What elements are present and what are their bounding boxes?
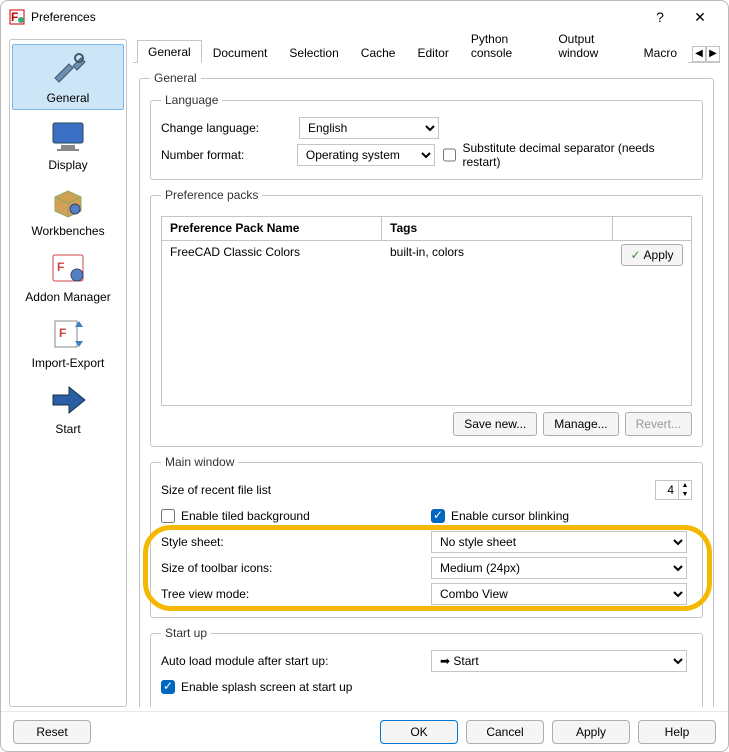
help-button[interactable]: Help: [638, 720, 716, 744]
tab-bar: General Document Selection Cache Editor …: [133, 39, 720, 63]
tab-macro[interactable]: Macro: [633, 41, 688, 63]
nav-import-export[interactable]: F Import-Export: [12, 310, 124, 374]
packs-table: Preference Pack Name Tags FreeCAD Classi…: [161, 216, 692, 406]
nav-display[interactable]: Display: [12, 112, 124, 176]
manage-button[interactable]: Manage...: [543, 412, 618, 436]
svg-text:F: F: [57, 260, 64, 274]
titlebar: F Preferences ? ✕: [1, 1, 728, 33]
save-new-button[interactable]: Save new...: [453, 412, 537, 436]
general-group: General Language Change language: Englis…: [139, 71, 714, 707]
addon-icon: F: [44, 248, 92, 288]
highlight-annotation: Style sheet: No style sheet Size of tool…: [161, 529, 692, 607]
decimal-separator-label: Substitute decimal separator (needs rest…: [462, 141, 692, 169]
help-icon[interactable]: ?: [640, 9, 680, 25]
tab-python-console[interactable]: Python console: [460, 33, 547, 63]
category-nav: General Display Workbenches F Addon Mana…: [9, 39, 127, 707]
chevron-down-icon[interactable]: ▼: [679, 490, 691, 499]
nav-workbenches[interactable]: Workbenches: [12, 178, 124, 242]
ok-button[interactable]: OK: [380, 720, 458, 744]
language-group: Language Change language: English Number…: [150, 93, 703, 180]
cursor-blinking-checkbox[interactable]: Enable cursor blinking: [431, 509, 569, 523]
recent-files-input[interactable]: [655, 480, 679, 500]
language-select[interactable]: English: [299, 117, 439, 139]
col-apply-header: [613, 217, 691, 240]
col-name-header: Preference Pack Name: [162, 217, 382, 240]
nav-start[interactable]: Start: [12, 376, 124, 440]
packs-legend: Preference packs: [161, 188, 262, 202]
tab-scroll-left-icon[interactable]: ◀: [692, 46, 706, 62]
main-window-group: Main window Size of recent file list ▲▼: [150, 455, 703, 618]
tree-view-select[interactable]: Combo View: [431, 583, 687, 605]
preferences-window: F Preferences ? ✕ General Display Workbe…: [0, 0, 729, 752]
apply-button[interactable]: Apply: [552, 720, 630, 744]
arrow-right-icon: [44, 380, 92, 420]
language-legend: Language: [161, 93, 222, 107]
import-export-icon: F: [44, 314, 92, 354]
reset-button[interactable]: Reset: [13, 720, 91, 744]
pack-name: FreeCAD Classic Colors: [162, 241, 382, 269]
tree-view-label: Tree view mode:: [161, 587, 431, 601]
change-language-label: Change language:: [161, 121, 291, 135]
cursor-blinking-input[interactable]: [431, 509, 445, 523]
tab-general[interactable]: General: [137, 40, 202, 63]
nav-addon-manager[interactable]: F Addon Manager: [12, 244, 124, 308]
dialog-footer: Reset OK Cancel Apply Help: [1, 711, 728, 751]
nav-label: Import-Export: [32, 356, 105, 370]
apply-pack-button[interactable]: ✓ Apply: [621, 244, 683, 266]
toolbar-icons-select[interactable]: Medium (24px): [431, 557, 687, 579]
pack-tags: built-in, colors: [382, 241, 613, 269]
tiled-background-input[interactable]: [161, 509, 175, 523]
startup-group: Start up Auto load module after start up…: [150, 626, 703, 707]
autoload-select[interactable]: ➡ Start: [431, 650, 687, 672]
style-sheet-select[interactable]: No style sheet: [431, 531, 687, 553]
splash-input[interactable]: [161, 680, 175, 694]
col-tags-header: Tags: [382, 217, 613, 240]
tab-scroll: ◀ ▶: [692, 46, 720, 62]
nav-label: Workbenches: [31, 224, 104, 238]
tab-cache[interactable]: Cache: [350, 41, 407, 63]
nav-label: Start: [55, 422, 80, 436]
revert-button: Revert...: [625, 412, 692, 436]
splash-checkbox[interactable]: Enable splash screen at start up: [161, 680, 352, 694]
cursor-blinking-label: Enable cursor blinking: [451, 509, 569, 523]
monitor-icon: [44, 116, 92, 156]
number-format-select[interactable]: Operating system: [297, 144, 435, 166]
recent-files-spinner[interactable]: ▲▼: [655, 480, 692, 500]
tab-document[interactable]: Document: [202, 41, 279, 63]
cancel-button[interactable]: Cancel: [466, 720, 544, 744]
app-icon: F: [9, 9, 25, 25]
nav-label: General: [47, 91, 90, 105]
mainwin-legend: Main window: [161, 455, 238, 469]
nav-general[interactable]: General: [12, 44, 124, 110]
tab-selection[interactable]: Selection: [278, 41, 349, 63]
window-title: Preferences: [31, 10, 640, 24]
style-sheet-label: Style sheet:: [161, 535, 431, 549]
svg-text:F: F: [11, 10, 18, 24]
toolbar-icons-label: Size of toolbar icons:: [161, 561, 431, 575]
preference-packs-group: Preference packs Preference Pack Name Ta…: [150, 188, 703, 447]
tab-scroll-right-icon[interactable]: ▶: [706, 46, 720, 62]
tools-icon: [44, 49, 92, 89]
nav-label: Addon Manager: [25, 290, 110, 304]
decimal-separator-input[interactable]: [443, 148, 457, 162]
chevron-up-icon[interactable]: ▲: [679, 481, 691, 490]
tab-output-window[interactable]: Output window: [547, 33, 632, 63]
box-icon: [44, 182, 92, 222]
svg-text:F: F: [59, 326, 66, 340]
nav-label: Display: [48, 158, 87, 172]
splash-label: Enable splash screen at start up: [181, 680, 352, 694]
recent-files-label: Size of recent file list: [161, 483, 431, 497]
general-legend: General: [150, 71, 201, 85]
startup-legend: Start up: [161, 626, 211, 640]
decimal-separator-checkbox[interactable]: Substitute decimal separator (needs rest…: [443, 141, 692, 169]
tab-editor[interactable]: Editor: [406, 41, 459, 63]
number-format-label: Number format:: [161, 148, 289, 162]
tiled-background-checkbox[interactable]: Enable tiled background: [161, 509, 431, 523]
close-icon[interactable]: ✕: [680, 9, 720, 26]
tiled-background-label: Enable tiled background: [181, 509, 310, 523]
table-row[interactable]: FreeCAD Classic Colors built-in, colors …: [162, 241, 691, 269]
autoload-label: Auto load module after start up:: [161, 654, 431, 668]
check-icon: ✓: [630, 248, 640, 262]
content-area: General Document Selection Cache Editor …: [133, 39, 720, 707]
